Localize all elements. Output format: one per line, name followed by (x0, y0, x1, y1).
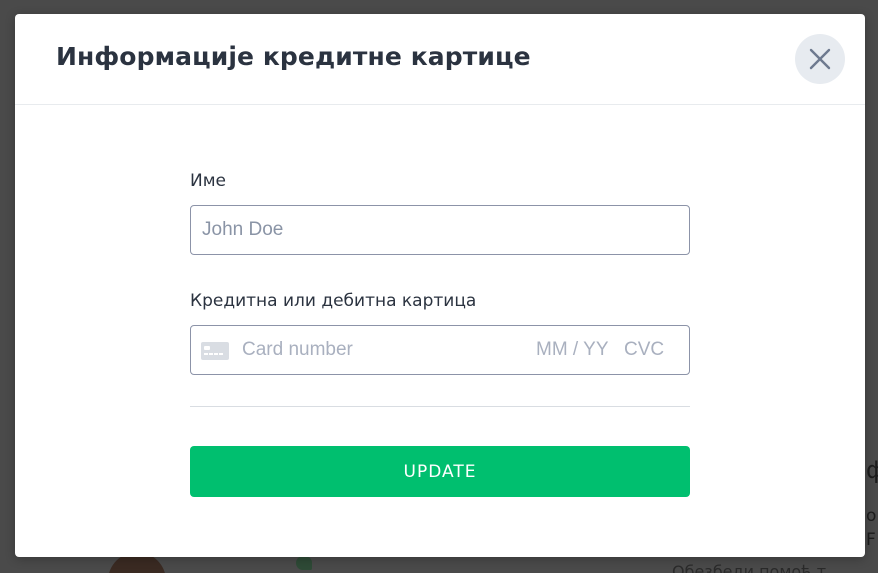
name-input[interactable] (190, 205, 690, 255)
credit-card-icon (201, 342, 229, 360)
card-number-field[interactable]: Card number MM / YY CVC (190, 325, 690, 375)
card-label: Кредитна или дебитна картица (190, 291, 477, 311)
background-heading-fragment: ф (866, 456, 878, 484)
name-label: Име (190, 171, 227, 191)
update-button[interactable]: UPDATE (190, 446, 690, 497)
background-plant-illustration (296, 556, 312, 570)
form-divider (190, 406, 690, 407)
modal-title: Информације кредитне картице (56, 42, 531, 71)
close-icon (809, 48, 831, 70)
credit-card-modal: Информације кредитне картице Име Кредитн… (15, 14, 865, 557)
background-text-fragment: F (866, 530, 876, 550)
expiry-placeholder: MM / YY (536, 339, 609, 360)
card-number-placeholder: Card number (242, 339, 353, 360)
background-text-fragment: Обезбеди помоћ т (672, 562, 827, 573)
background-text-fragment: о (866, 506, 877, 526)
modal-header: Информације кредитне картице (15, 14, 865, 105)
close-button[interactable] (795, 34, 845, 84)
cvc-placeholder: CVC (624, 339, 665, 360)
